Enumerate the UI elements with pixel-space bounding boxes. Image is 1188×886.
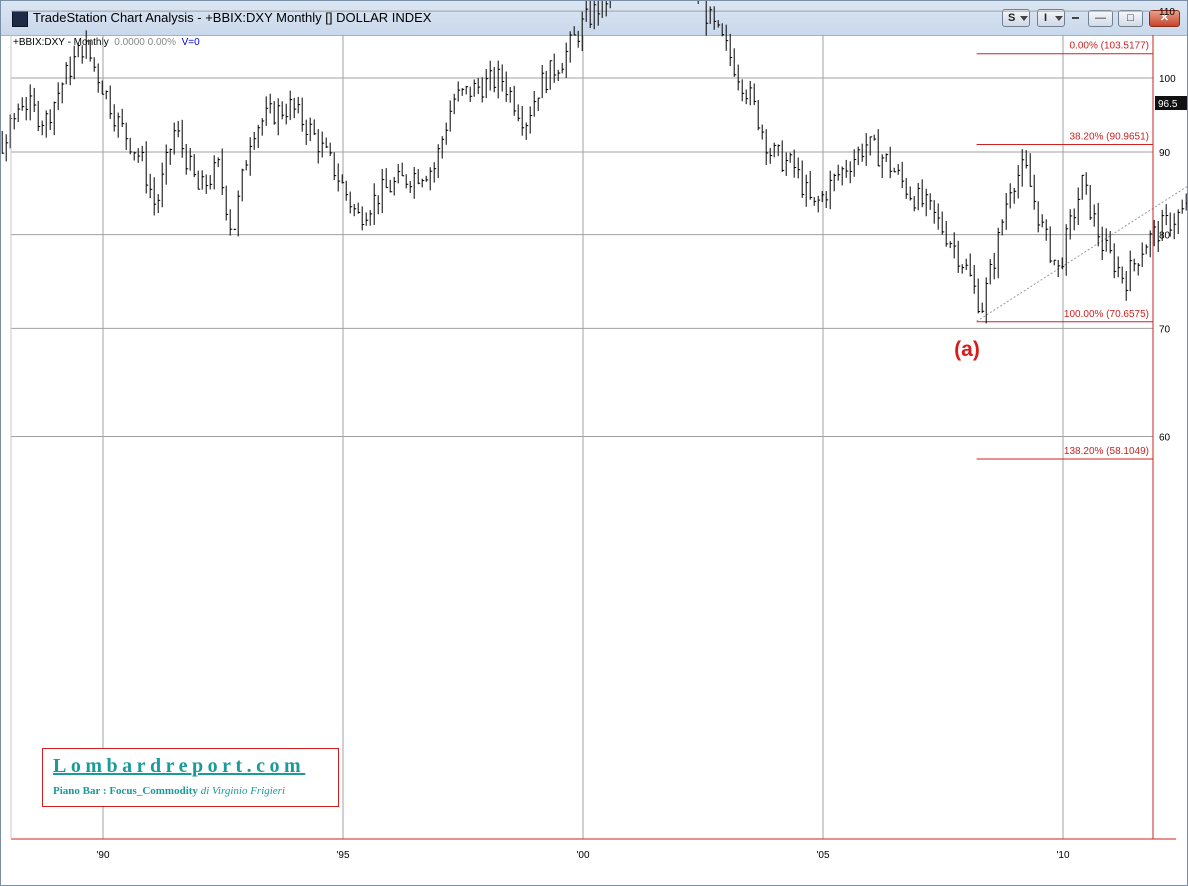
x-tick-label: '05 xyxy=(816,850,829,861)
x-tick-label: '00 xyxy=(576,850,589,861)
axes-layer: 60708090100110120130'90'95'00'05'10'15'2… xyxy=(10,7,1187,861)
y-tick-label: 100 xyxy=(1159,74,1176,85)
fib-level-label: 100.00% (70.6575) xyxy=(1064,309,1149,320)
wave-labels-layer: [X](a)(b)IIIIIIIVV(c)[Y] xyxy=(954,338,980,361)
x-tick-label: '10 xyxy=(1056,850,1069,861)
watermark-line-bold: Piano Bar : Focus_Commodity xyxy=(53,785,198,797)
watermark-subtitle: Piano Bar : Focus_Commodity di Virginio … xyxy=(53,785,285,797)
y-tick-label: 60 xyxy=(1159,433,1171,444)
fib-level-label: 38.20% (90.9651) xyxy=(1069,131,1149,142)
x-tick-label: '95 xyxy=(336,850,349,861)
wave-label: (a) xyxy=(954,338,980,361)
chart-window: TradeStation Chart Analysis - +BBIX:DXY … xyxy=(0,0,1188,886)
y-tick-label: 70 xyxy=(1159,324,1171,335)
watermark-site: Lombardreport.com xyxy=(53,755,306,777)
y-tick-label: 110 xyxy=(1159,7,1175,18)
x-tick-label: '90 xyxy=(96,850,109,861)
watermark-line-italic: di Virginio Frigieri xyxy=(200,785,286,797)
y-tick-label: 80 xyxy=(1159,231,1171,242)
fib-level-label: 138.20% (58.1049) xyxy=(1064,446,1149,457)
grid-layer xyxy=(11,10,1153,839)
last-price-label: 96.5 xyxy=(1158,99,1178,110)
y-tick-label: 90 xyxy=(1159,148,1171,159)
fib-level-label: 0.00% (103.5177) xyxy=(1069,41,1149,52)
watermark-box: Lombardreport.com Piano Bar : Focus_Comm… xyxy=(42,748,339,807)
price-bars-layer xyxy=(1,1,1187,324)
